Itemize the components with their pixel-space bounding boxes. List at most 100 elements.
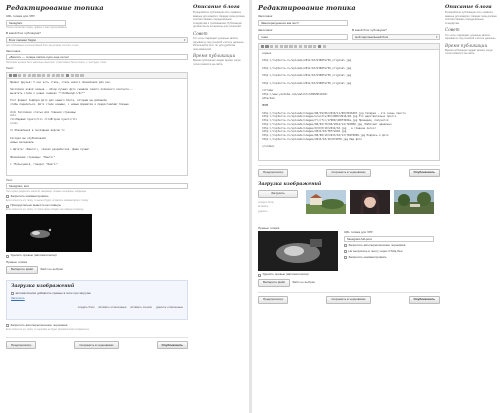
ordered-list-icon[interactable] xyxy=(293,44,298,48)
title-hint: Заголовок должен быть наполнен смыслом, … xyxy=(6,60,107,64)
title-input[interactable]: «Бинго!» — теперь писать пуле еще легче! xyxy=(6,54,188,61)
image-upload-panel: Загрузка изображений автоматически добав… xyxy=(6,280,188,321)
gallery-actions: создать блок вставить удалить xyxy=(258,201,300,214)
option-checkbox-2[interactable]: Не выпускать в ленту через СТАЦ.Лен xyxy=(344,248,434,254)
italic-icon[interactable] xyxy=(265,44,269,48)
checkbox-box[interactable] xyxy=(344,250,347,254)
preview-photo-icon xyxy=(6,214,92,253)
list-icon[interactable] xyxy=(289,44,293,48)
upload-action-insert-checked[interactable]: вставить отмеченные xyxy=(98,305,126,309)
user-icon[interactable] xyxy=(308,44,312,48)
upload-actions: создать блок вставить отмеченные вставит… xyxy=(11,305,183,309)
save-draft-button[interactable]: Сохранить в черновиках xyxy=(326,296,371,305)
quote-icon[interactable] xyxy=(279,44,284,48)
gallery-action-delete[interactable]: удалить xyxy=(258,210,300,214)
text-label: Текст: xyxy=(6,65,15,70)
blog-select[interactable]: мой персональный блог ▾ xyxy=(352,33,440,40)
code-icon[interactable] xyxy=(32,73,36,77)
upload-action-create[interactable]: создать блок xyxy=(78,305,95,309)
italic-icon[interactable] xyxy=(13,73,17,77)
heading-icon[interactable] xyxy=(70,73,75,77)
upload-action-insert-links[interactable]: вставить ссылки xyxy=(131,305,152,309)
option-label-3: Запретить комментировать xyxy=(348,254,387,259)
blog-description-title: Описание блога xyxy=(445,4,492,10)
heading-icon[interactable] xyxy=(322,44,327,48)
tags-input[interactable]: hassgrant, test xyxy=(6,183,188,190)
on-main-checkbox[interactable]: Принудительно вывести на главную xyxy=(6,203,184,208)
upload-auto-checkbox[interactable]: автоматически добавлять превью в поле пр… xyxy=(11,291,183,296)
delete-preview-checkbox[interactable]: Удалить превью (автоматически) xyxy=(258,273,338,277)
checkbox-box[interactable] xyxy=(11,292,14,296)
upload-link[interactable]: Загрузить xyxy=(11,296,25,300)
editor-line: </video> xyxy=(262,145,275,149)
choose-file-button[interactable]: Выберите файл xyxy=(6,265,39,275)
clear-format-icon[interactable] xyxy=(80,73,84,77)
autopub-checkbox[interactable]: Запретить автопереключение черновика xyxy=(6,323,184,328)
forbid-comments-checkbox[interactable]: Запретить комментировать xyxy=(6,194,184,199)
list-icon[interactable] xyxy=(37,73,41,77)
underline-icon[interactable] xyxy=(18,73,22,77)
topic-text-editor[interactable]: скрино http://rupteria.ru/uploads/2011/1… xyxy=(258,48,440,161)
save-draft-button[interactable]: Сохранить в черновиках xyxy=(326,168,371,177)
preview-left: Удалить превью (автоматически) Выберите … xyxy=(258,231,338,288)
link-icon[interactable] xyxy=(51,73,55,77)
code-icon[interactable] xyxy=(284,44,288,48)
video-icon[interactable] xyxy=(65,73,70,77)
strike-icon[interactable] xyxy=(22,73,27,77)
choose-file-button[interactable]: Выберите файл xyxy=(258,279,291,288)
publish-button[interactable]: Опубликовать xyxy=(156,341,188,350)
chevron-down-icon: ▾ xyxy=(183,38,186,43)
video-icon[interactable] xyxy=(317,44,322,48)
gallery-thumb-1[interactable] xyxy=(306,189,346,214)
checkbox-box[interactable] xyxy=(344,255,347,259)
image-icon[interactable] xyxy=(298,44,303,48)
url-label: URL топика для ЧПУ xyxy=(6,14,35,19)
left-editor-column: Редактирование топика URL топика для ЧПУ… xyxy=(0,0,190,353)
preview-button[interactable]: Предпросмотр xyxy=(258,296,289,305)
checkbox-box[interactable] xyxy=(6,195,9,199)
time-title: Время публикации xyxy=(445,42,488,48)
underline-icon[interactable] xyxy=(270,44,274,48)
title-input[interactable]: тема xyxy=(258,33,348,40)
on-main-hint: Если отметить эту галку, то топик сразу … xyxy=(6,208,84,212)
title-label: Заголовок: xyxy=(6,48,21,53)
ordered-list-icon[interactable] xyxy=(41,73,46,77)
option-checkbox-1[interactable]: Запретить автопереключение черновика xyxy=(344,243,434,248)
link-icon[interactable] xyxy=(303,44,307,48)
preview-button[interactable]: Предпросмотр xyxy=(258,168,289,177)
gallery-upload-button[interactable]: Загрузить xyxy=(258,189,298,198)
upload-action-delete[interactable]: удалить отмеченные xyxy=(156,305,183,309)
save-draft-button[interactable]: Сохранить в черновиках xyxy=(74,341,119,350)
preview-label: Превью топика xyxy=(6,260,28,265)
bold-icon[interactable] xyxy=(260,44,264,48)
quote-icon[interactable] xyxy=(27,73,32,77)
checkbox-box[interactable] xyxy=(258,273,261,277)
delete-preview-checkbox[interactable]: Удалить превью (автоматически) xyxy=(6,254,184,258)
gallery-thumb-2[interactable] xyxy=(350,189,390,214)
checkbox-box[interactable] xyxy=(6,204,9,208)
bold-icon[interactable] xyxy=(8,73,12,77)
checkbox-box[interactable] xyxy=(6,324,9,328)
strike-icon[interactable] xyxy=(274,44,279,48)
autopub-label: Запретить автопереключение черновика xyxy=(10,323,68,328)
title-label: Заголовок: xyxy=(258,27,273,32)
cut-icon[interactable] xyxy=(313,44,317,48)
url-input[interactable]: hassgrant-full-post xyxy=(344,236,434,243)
option-checkbox-3[interactable]: Запретить комментировать xyxy=(344,254,434,260)
delete-preview-label: Удалить превью (автоматически) xyxy=(262,272,309,277)
user-icon[interactable] xyxy=(56,73,60,77)
preview-button[interactable]: Предпросмотр xyxy=(6,341,37,350)
publish-button[interactable]: Опубликовать xyxy=(408,296,440,305)
url-input[interactable]: hassgrant xyxy=(6,19,66,26)
align-icon[interactable] xyxy=(75,73,79,77)
gallery-thumb-3[interactable] xyxy=(394,189,434,214)
blog-select[interactable]: Блог папаши Гарри ▾ xyxy=(6,37,188,44)
checkbox-box[interactable] xyxy=(344,244,347,248)
option-label-2: Не выпускать в ленту через СТАЦ.Лен xyxy=(348,248,403,253)
topic-text-editor[interactable]: Привет друзья! У нас есть стиль, стиль н… xyxy=(6,77,188,176)
cut-icon[interactable] xyxy=(61,73,65,77)
checkbox-box[interactable] xyxy=(6,254,9,258)
right-action-bar-top: Предпросмотр Сохранить в черновиках Опуб… xyxy=(258,164,440,177)
publish-button[interactable]: Опубликовать xyxy=(408,168,440,177)
image-icon[interactable] xyxy=(46,73,51,77)
